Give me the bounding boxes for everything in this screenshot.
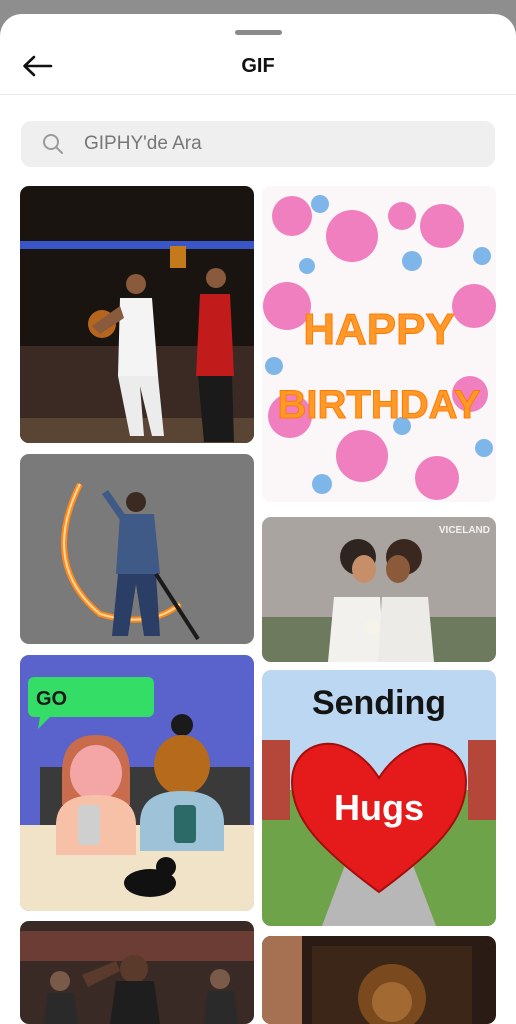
gif-lion[interactable] xyxy=(262,936,496,1024)
hugs-line2: Hugs xyxy=(334,787,424,828)
hugs-line1: Sending xyxy=(312,684,446,722)
birthday-line2: BIRTHDAY xyxy=(278,383,481,427)
page-title: GIF xyxy=(241,55,275,77)
search-input[interactable] xyxy=(82,132,466,156)
search-icon xyxy=(42,133,64,155)
gif-wedding-kiss[interactable]: VICELAND xyxy=(262,517,496,662)
header-divider xyxy=(0,94,516,95)
gif-picker-sheet: GIF GIPHY'de Ara GO HAPPY BIRTHDAY VICEL… xyxy=(0,14,516,1024)
gif-chat-couple[interactable]: GO xyxy=(20,655,254,911)
gif-basketball[interactable] xyxy=(20,186,254,443)
birthday-line1: HAPPY xyxy=(303,305,455,354)
header: GIF xyxy=(0,42,516,94)
gif-sending-hugs[interactable]: Sending Hugs xyxy=(262,670,496,926)
search-bar[interactable] xyxy=(21,121,495,167)
viceland-watermark: VICELAND xyxy=(439,525,490,536)
gif-basketball-team[interactable] xyxy=(20,921,254,1024)
chat-bubble-text: GO xyxy=(36,688,67,710)
drag-handle[interactable] xyxy=(235,30,282,35)
gif-happy-birthday[interactable]: HAPPY BIRTHDAY xyxy=(262,186,496,502)
gif-fire-dancer[interactable] xyxy=(20,454,254,644)
